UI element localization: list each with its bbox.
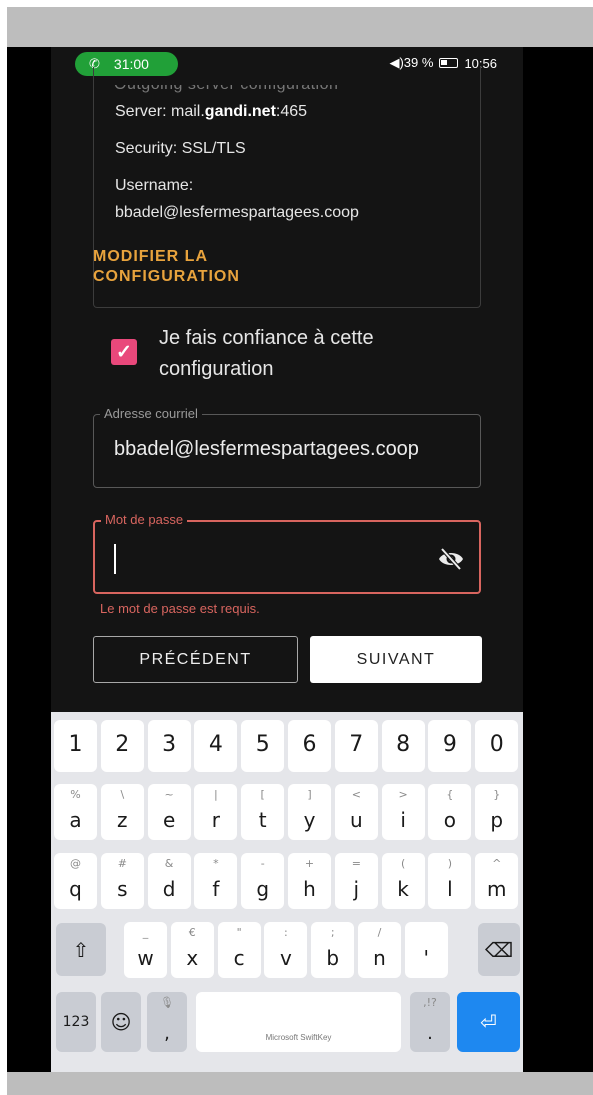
key-y[interactable]: ] y xyxy=(288,784,331,840)
right-letterbox xyxy=(523,47,593,1072)
key-7[interactable]: 7 xyxy=(334,720,378,772)
space-key[interactable]: Microsoft SwiftKey xyxy=(196,992,401,1052)
trust-label[interactable]: Je fais confiance à cette configuration xyxy=(159,323,459,385)
backspace-icon: ⌫ xyxy=(484,937,514,962)
email-field-value: bbadel@lesfermespartagees.coop xyxy=(114,438,419,460)
key-c[interactable]: " c xyxy=(217,922,261,978)
security-line: Security: SSL/TLS xyxy=(115,140,246,157)
comma-key[interactable]: 🎙 , xyxy=(147,992,187,1052)
bottom-letterbox xyxy=(7,1072,593,1095)
enter-key[interactable]: ⏎ xyxy=(457,992,520,1052)
key-i[interactable]: > i xyxy=(381,784,425,840)
key-2[interactable]: 2 xyxy=(100,720,144,772)
key-t[interactable]: [t xyxy=(241,784,285,840)
password-field-label: Mot de passe xyxy=(101,512,188,527)
numbers-key[interactable]: 123 xyxy=(56,992,96,1052)
key-8[interactable]: 8 xyxy=(381,720,425,772)
key-j[interactable]: = j xyxy=(334,853,378,909)
hide-password-icon[interactable] xyxy=(437,546,465,572)
username-label: Username: xyxy=(115,177,194,194)
keyboard: 1234567890 % a \ z ~ e | r[t] y < u > i{o} p @ q # s & d * f… xyxy=(51,712,523,1072)
backspace-key[interactable]: ⌫ xyxy=(478,923,520,976)
modify-config-button[interactable]: MODIFIER LA CONFIGURATION xyxy=(93,247,293,287)
key-m[interactable]: ^ m xyxy=(475,853,519,909)
key-h[interactable]: + h xyxy=(288,853,331,909)
left-letterbox xyxy=(7,47,51,1072)
key-1[interactable]: 1 xyxy=(54,720,97,772)
key-n[interactable]: / n xyxy=(358,922,401,978)
key-g[interactable]: -g xyxy=(241,853,285,909)
key-a[interactable]: % a xyxy=(54,784,97,840)
key-k[interactable]: (k xyxy=(381,853,425,909)
key-4[interactable]: 4 xyxy=(194,720,238,772)
shift-icon: ⇧ xyxy=(72,937,90,962)
key-apostrophe[interactable]: ' xyxy=(404,922,448,978)
key-q[interactable]: @ q xyxy=(54,853,97,909)
key-v[interactable]: :v xyxy=(264,922,308,978)
phone-screen: ✆ 31:00 ◀︎)39 % 10:56 Outgoing server co… xyxy=(51,47,523,1072)
key-b[interactable]: ; b xyxy=(311,922,355,978)
key-l[interactable]: ) l xyxy=(428,853,472,909)
key-p[interactable]: } p xyxy=(475,784,519,840)
period-key[interactable]: ,!? . xyxy=(410,992,450,1052)
top-letterbox xyxy=(7,7,593,47)
key-s[interactable]: # s xyxy=(100,853,144,909)
next-button[interactable]: SUIVANT xyxy=(310,636,482,683)
key-x[interactable]: € x xyxy=(170,922,214,978)
previous-button[interactable]: PRÉCÉDENT xyxy=(93,636,298,683)
key-z[interactable]: \ z xyxy=(100,784,144,840)
key-f[interactable]: * f xyxy=(194,853,238,909)
card-title: Outgoing server configuration xyxy=(114,85,338,93)
checkmark-icon: ✓ xyxy=(116,341,132,363)
emoji-icon: ☺ xyxy=(110,1010,132,1034)
key-6[interactable]: 6 xyxy=(288,720,331,772)
key-9[interactable]: 9 xyxy=(428,720,472,772)
key-o[interactable]: {o xyxy=(428,784,472,840)
server-line: Server: mail.gandi.net:465 xyxy=(115,103,308,120)
key-0[interactable]: 0 xyxy=(475,720,519,772)
password-error: Le mot de passe est requis. xyxy=(100,601,260,616)
key-5[interactable]: 5 xyxy=(241,720,285,772)
key-u[interactable]: < u xyxy=(334,784,378,840)
key-d[interactable]: & d xyxy=(147,853,191,909)
mic-icon: 🎙 xyxy=(160,996,174,1009)
email-field-label: Adresse courriel xyxy=(100,406,202,421)
key-w[interactable]: _ w xyxy=(124,922,167,978)
email-field[interactable]: Adresse courriel bbadel@lesfermespartage… xyxy=(93,406,481,488)
text-caret xyxy=(114,544,116,574)
key-e[interactable]: ~ e xyxy=(147,784,191,840)
enter-icon: ⏎ xyxy=(480,1010,497,1034)
shift-key[interactable]: ⇧ xyxy=(56,923,106,976)
password-field[interactable]: Mot de passe xyxy=(93,512,481,594)
emoji-key[interactable]: ☺ xyxy=(101,992,141,1052)
trust-checkbox[interactable]: ✓ xyxy=(111,339,137,365)
key-3[interactable]: 3 xyxy=(147,720,191,772)
key-r[interactable]: | r xyxy=(194,784,238,840)
username-value: bbadel@lesfermespartagees.coop xyxy=(115,204,359,221)
